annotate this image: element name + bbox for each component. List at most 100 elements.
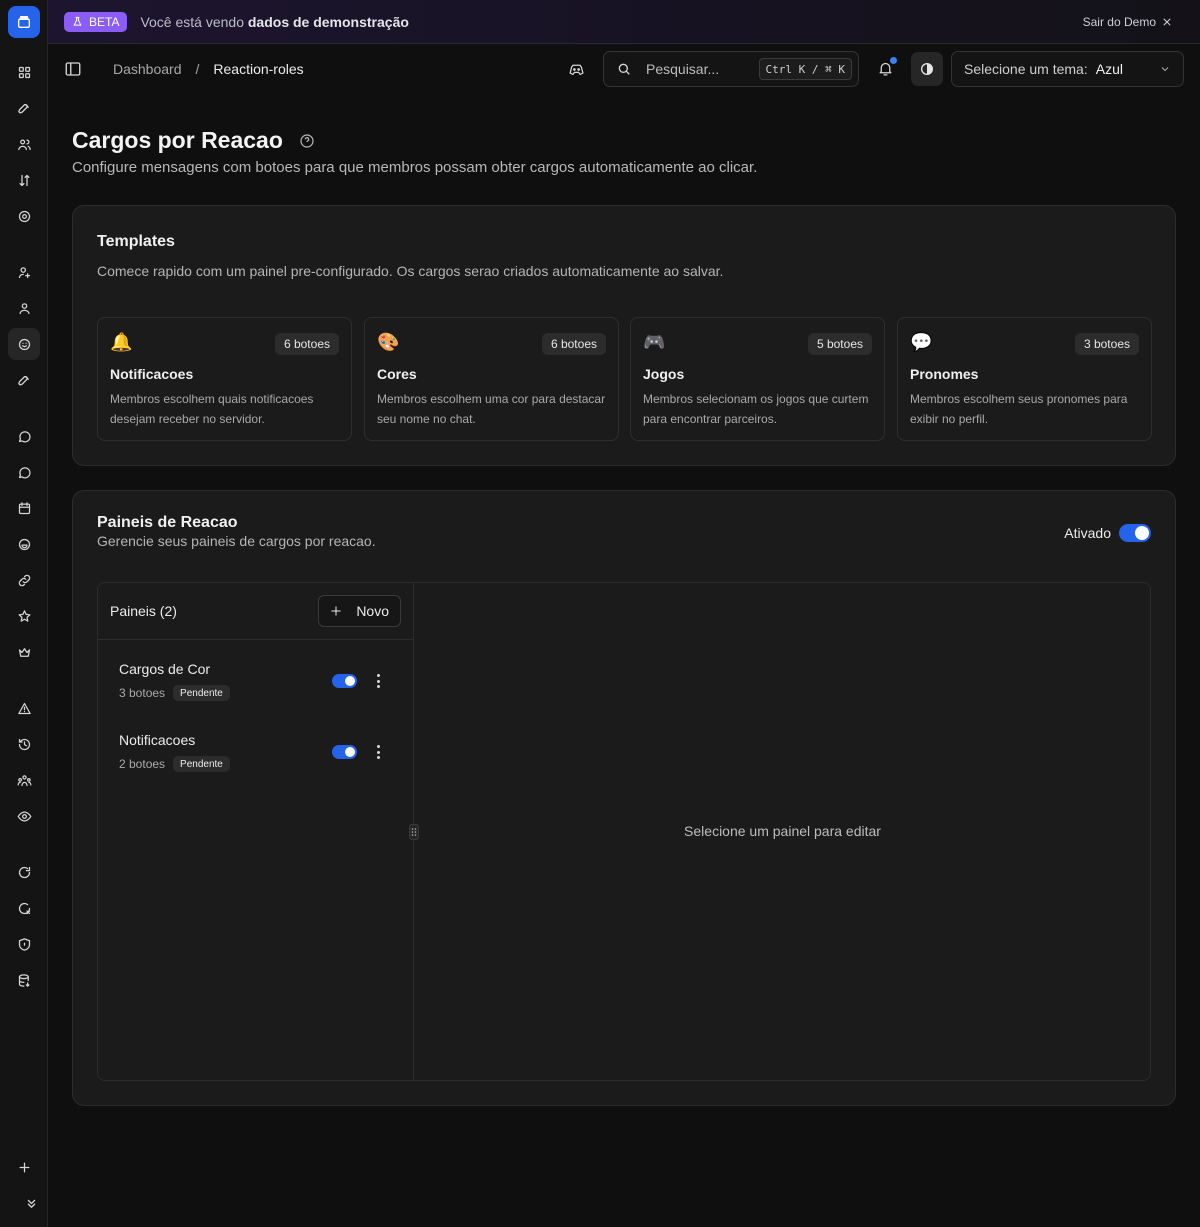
shield-x-icon[interactable]: [8, 892, 40, 924]
templates-card: Templates Comece rapido com um painel pr…: [72, 205, 1176, 466]
template-card-notificacoes[interactable]: 🔔 6 botoes Notificacoes Membros escolhem…: [97, 317, 352, 441]
rocket-icon[interactable]: [8, 364, 40, 396]
star-icon[interactable]: [8, 600, 40, 632]
search-shortcut: Ctrl K / ⌘ K: [758, 58, 852, 80]
template-description: Membros escolhem quais notificacoes dese…: [110, 392, 314, 426]
template-description: Membros escolhem seus pronomes para exib…: [910, 392, 1128, 426]
panels-list-title: Paineis (2): [110, 603, 177, 619]
close-icon: [1163, 18, 1171, 25]
template-name: Cores: [377, 366, 417, 382]
template-badge: 6 botoes: [541, 333, 606, 355]
sidebar: [0, 0, 48, 1227]
search-placeholder: Pesquisar...: [646, 61, 720, 77]
chevron-down-icon: [1161, 67, 1169, 72]
user-icon[interactable]: [8, 292, 40, 324]
panel-meta: 3 botoes Pendente: [119, 685, 230, 701]
link-icon[interactable]: [8, 564, 40, 596]
sidebar-toggle-icon[interactable]: [64, 60, 82, 78]
history-icon[interactable]: [8, 728, 40, 760]
calendar-icon[interactable]: [8, 492, 40, 524]
exit-demo-label: Sair do Demo: [1082, 14, 1156, 29]
panel-toggle[interactable]: [332, 674, 357, 688]
user-plus-icon[interactable]: [8, 256, 40, 288]
message-icon[interactable]: [8, 456, 40, 488]
alert-icon[interactable]: [8, 692, 40, 724]
panel-name: Cargos de Cor: [119, 661, 211, 677]
new-panel-label: Novo: [356, 603, 389, 619]
template-card-cores[interactable]: 🎨 6 botoes Cores Membros escolhem uma co…: [364, 317, 619, 441]
panel-buttons-count: 2 botoes: [119, 757, 166, 771]
panel-name: Notificacoes: [119, 732, 196, 748]
panel-meta: 2 botoes Pendente: [119, 756, 230, 772]
help-icon[interactable]: [299, 133, 315, 149]
beta-badge: BETA: [64, 11, 128, 32]
palette-emoji-icon: 🎨: [377, 332, 400, 352]
contrast-toggle-button[interactable]: [911, 52, 943, 86]
theme-select[interactable]: Selecione um tema: Azul: [951, 51, 1184, 87]
demo-message-prefix: Você está vendo: [140, 13, 244, 30]
status-badge: Pendente: [173, 685, 230, 701]
templates-description: Comece rapido com um painel pre-configur…: [97, 263, 724, 279]
message-icon[interactable]: [8, 420, 40, 452]
notification-dot: [890, 57, 897, 64]
template-badge: 6 botoes: [274, 333, 339, 355]
template-name: Pronomes: [910, 366, 979, 382]
crown-icon[interactable]: [8, 636, 40, 668]
contrast-icon: [921, 63, 933, 75]
template-badge: 5 botoes: [807, 333, 872, 355]
eye-icon[interactable]: [8, 800, 40, 832]
demo-banner: BETA Você está vendo dados de demonstraç…: [48, 0, 1200, 44]
arrows-sort-icon[interactable]: [8, 164, 40, 196]
template-name: Jogos: [643, 366, 685, 382]
database-icon[interactable]: [8, 964, 40, 996]
discord-icon[interactable]: [568, 61, 585, 78]
plus-icon[interactable]: [8, 1151, 40, 1183]
more-options-icon[interactable]: [374, 673, 382, 689]
chevrons-down-icon[interactable]: [15, 1187, 47, 1219]
template-name: Notificacoes: [110, 366, 194, 382]
panels-card: Paineis de Reacao Gerencie seus paineis …: [72, 490, 1176, 1106]
plus-icon: [331, 606, 341, 616]
breadcrumb-dashboard[interactable]: Dashboard: [113, 61, 182, 77]
panels-list-header: Paineis (2) Novo: [98, 583, 413, 640]
bell-emoji-icon: 🔔: [110, 332, 133, 352]
beta-label: BETA: [89, 14, 120, 29]
panels-description: Gerencie seus paineis de cargos por reac…: [97, 533, 376, 549]
gamepad-emoji-icon: 🎮: [643, 332, 666, 352]
template-description: Membros escolhem uma cor para destacar s…: [377, 392, 606, 426]
settings-icon[interactable]: [8, 200, 40, 232]
search-input[interactable]: Pesquisar... Ctrl K / ⌘ K: [603, 51, 859, 87]
theme-select-label: Selecione um tema:: [964, 61, 1088, 77]
exit-demo-button[interactable]: Sair do Demo: [1083, 15, 1172, 29]
breadcrumb-current: Reaction-roles: [213, 61, 304, 77]
status-badge: Pendente: [173, 756, 230, 772]
demo-message-bold: dados de demonstração: [247, 13, 409, 30]
refresh-shield-icon[interactable]: [8, 856, 40, 888]
grid-icon[interactable]: [8, 56, 40, 88]
shield-icon[interactable]: [8, 928, 40, 960]
template-card-pronomes[interactable]: 💬 3 botoes Pronomes Membros escolhem seu…: [897, 317, 1152, 441]
group-icon[interactable]: [8, 764, 40, 796]
enabled-toggle[interactable]: [1119, 524, 1151, 542]
speech-bubble-emoji-icon: 💬: [910, 332, 933, 352]
demo-message: Você está vendo dados de demonstração: [140, 14, 408, 30]
page-title: Cargos por Reacao: [72, 127, 315, 154]
template-card-jogos[interactable]: 🎮 5 botoes Jogos Membros selecionam os j…: [630, 317, 885, 441]
users-icon[interactable]: [8, 128, 40, 160]
theme-select-value: Azul: [1095, 61, 1123, 77]
emoji-icon[interactable]: [8, 528, 40, 560]
panel-item-cargos-de-cor[interactable]: Cargos de Cor 3 botoes Pendente: [98, 661, 414, 721]
more-options-icon[interactable]: [374, 744, 382, 760]
smile-icon[interactable]: [8, 328, 40, 360]
breadcrumb: Dashboard / Reaction-roles: [113, 61, 304, 77]
new-panel-button[interactable]: Novo: [318, 595, 401, 627]
template-description: Membros selecionam os jogos que curtem p…: [643, 392, 869, 426]
empty-editor-message: Selecione um painel para editar: [684, 823, 881, 839]
page-subtitle: Configure mensagens com botoes para que …: [72, 159, 758, 176]
panel-toggle[interactable]: [332, 745, 357, 759]
breadcrumb-separator: /: [195, 61, 200, 77]
rocket-icon[interactable]: [8, 92, 40, 124]
app-logo-icon[interactable]: [8, 6, 40, 38]
search-icon: [618, 63, 630, 75]
panel-item-notificacoes[interactable]: Notificacoes 2 botoes Pendente: [98, 732, 414, 792]
